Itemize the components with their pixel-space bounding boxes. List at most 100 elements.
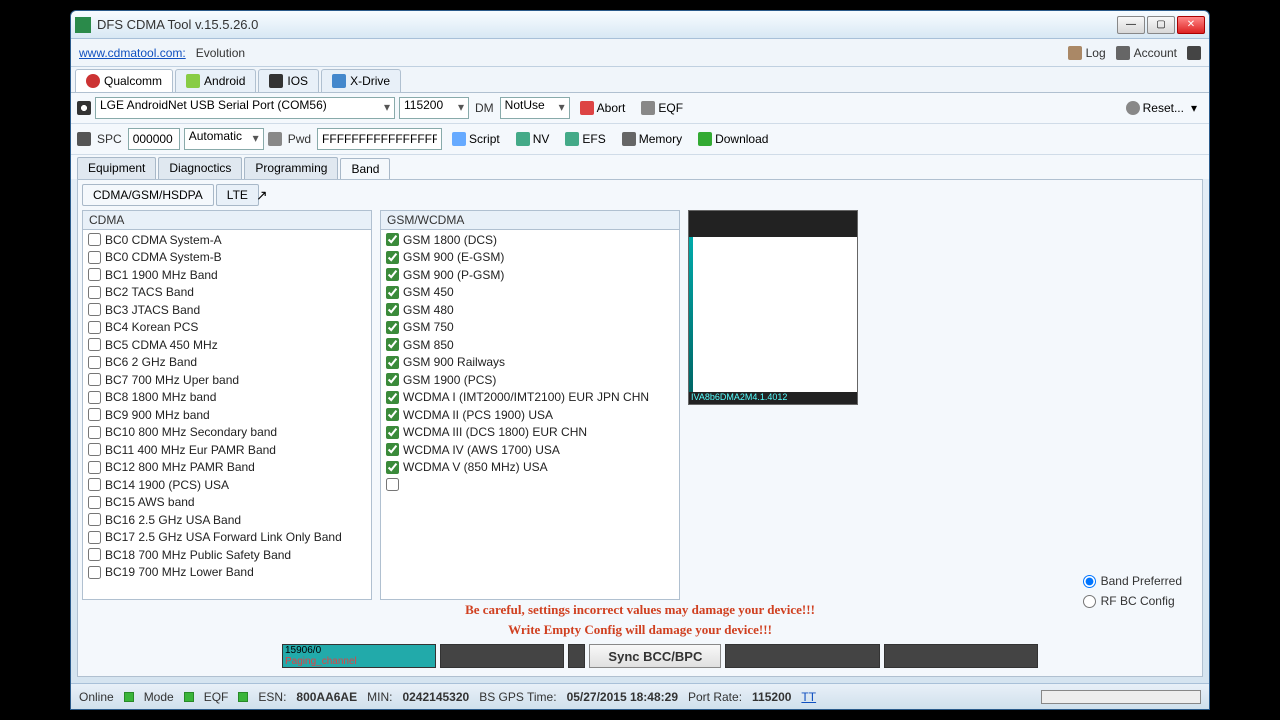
memory-button[interactable]: Memory — [616, 130, 688, 148]
subtab-lte[interactable]: LTE — [216, 184, 259, 206]
band-item[interactable]: BC8 1800 MHz band — [84, 389, 370, 407]
band-item[interactable]: WCDMA I (IMT2000/IMT2100) EUR JPN CHN — [382, 389, 678, 407]
band-item[interactable]: GSM 900 Railways — [382, 354, 678, 372]
tab-ios[interactable]: IOS — [258, 69, 319, 92]
abort-button[interactable]: Abort — [574, 99, 632, 117]
band-item[interactable]: BC15 AWS band — [84, 494, 370, 512]
band-checkbox[interactable] — [88, 286, 101, 299]
band-item[interactable]: BC7 700 MHz Uper band — [84, 371, 370, 389]
script-button[interactable]: Script — [446, 130, 506, 148]
tab-equipment[interactable]: Equipment — [77, 157, 156, 179]
spc-mode-select[interactable]: Automatic — [184, 128, 264, 150]
sync-button[interactable]: Sync BCC/BPC — [589, 644, 721, 668]
band-checkbox[interactable] — [386, 478, 399, 491]
band-checkbox[interactable] — [88, 513, 101, 526]
band-item[interactable]: BC4 Korean PCS — [84, 319, 370, 337]
band-checkbox[interactable] — [386, 443, 399, 456]
band-item[interactable]: WCDMA II (PCS 1900) USA — [382, 406, 678, 424]
band-item[interactable]: BC18 700 MHz Public Safety Band — [84, 546, 370, 564]
subtab-cdma-gsm[interactable]: CDMA/GSM/HSDPA — [82, 184, 214, 206]
band-item[interactable]: BC1 1900 MHz Band — [84, 266, 370, 284]
band-item[interactable]: BC5 CDMA 450 MHz — [84, 336, 370, 354]
band-checkbox[interactable] — [88, 321, 101, 334]
minimize-button[interactable]: — — [1117, 16, 1145, 34]
band-item[interactable]: WCDMA IV (AWS 1700) USA — [382, 441, 678, 459]
account-button[interactable]: Account — [1116, 46, 1177, 60]
band-item[interactable]: BC3 JTACS Band — [84, 301, 370, 319]
band-checkbox[interactable] — [88, 268, 101, 281]
band-checkbox[interactable] — [386, 251, 399, 264]
port-select[interactable]: LGE AndroidNet USB Serial Port (COM56) — [95, 97, 395, 119]
band-checkbox[interactable] — [88, 531, 101, 544]
log-button[interactable]: Log — [1068, 46, 1106, 60]
band-checkbox[interactable] — [88, 391, 101, 404]
band-item[interactable]: BC10 800 MHz Secondary band — [84, 424, 370, 442]
efs-button[interactable]: EFS — [559, 130, 611, 148]
website-link[interactable]: www.cdmatool.com: — [79, 46, 186, 60]
band-item[interactable]: BC14 1900 (PCS) USA — [84, 476, 370, 494]
band-checkbox[interactable] — [88, 566, 101, 579]
band-item[interactable]: GSM 900 (P-GSM) — [382, 266, 678, 284]
band-item[interactable]: BC9 900 MHz band — [84, 406, 370, 424]
radio-band-preferred[interactable]: Band Preferred — [1083, 574, 1182, 588]
band-item[interactable]: GSM 480 — [382, 301, 678, 319]
band-checkbox[interactable] — [386, 303, 399, 316]
titlebar[interactable]: DFS CDMA Tool v.15.5.26.0 — ▢ ✕ — [71, 11, 1209, 39]
band-checkbox[interactable] — [386, 286, 399, 299]
dm-select[interactable]: NotUse — [500, 97, 570, 119]
band-checkbox[interactable] — [386, 321, 399, 334]
radio-rf-bc-config[interactable]: RF BC Config — [1083, 594, 1182, 608]
band-checkbox[interactable] — [88, 303, 101, 316]
band-checkbox[interactable] — [88, 426, 101, 439]
band-checkbox[interactable] — [88, 233, 101, 246]
close-button[interactable]: ✕ — [1177, 16, 1205, 34]
band-item[interactable]: GSM 850 — [382, 336, 678, 354]
band-checkbox[interactable] — [88, 548, 101, 561]
band-checkbox[interactable] — [386, 268, 399, 281]
tt-link[interactable]: TT — [801, 690, 816, 704]
band-item[interactable]: GSM 1900 (PCS) — [382, 371, 678, 389]
band-checkbox[interactable] — [386, 338, 399, 351]
band-item-empty[interactable] — [382, 476, 678, 494]
tab-android[interactable]: Android — [175, 69, 256, 92]
band-checkbox[interactable] — [88, 373, 101, 386]
band-checkbox[interactable] — [88, 338, 101, 351]
download-button[interactable]: Download — [692, 130, 774, 148]
band-item[interactable]: BC2 TACS Band — [84, 284, 370, 302]
nv-button[interactable]: NV — [510, 130, 556, 148]
tab-diagnostics[interactable]: Diagnoctics — [158, 157, 242, 179]
band-checkbox[interactable] — [88, 356, 101, 369]
band-item[interactable]: GSM 750 — [382, 319, 678, 337]
baud-select[interactable]: 115200 — [399, 97, 469, 119]
tab-band[interactable]: Band — [340, 158, 390, 180]
band-checkbox[interactable] — [386, 373, 399, 386]
band-item[interactable]: GSM 450 — [382, 284, 678, 302]
band-checkbox[interactable] — [88, 461, 101, 474]
band-checkbox[interactable] — [386, 356, 399, 369]
band-item[interactable]: BC12 800 MHz PAMR Band — [84, 459, 370, 477]
pwd-input[interactable] — [317, 128, 442, 150]
band-checkbox[interactable] — [88, 478, 101, 491]
band-item[interactable]: BC11 400 MHz Eur PAMR Band — [84, 441, 370, 459]
tab-qualcomm[interactable]: Qualcomm — [75, 69, 173, 92]
band-item[interactable]: BC16 2.5 GHz USA Band — [84, 511, 370, 529]
band-item[interactable]: BC0 CDMA System-B — [84, 249, 370, 267]
band-item[interactable]: BC0 CDMA System-A — [84, 231, 370, 249]
band-checkbox[interactable] — [386, 408, 399, 421]
band-checkbox[interactable] — [88, 251, 101, 264]
band-checkbox[interactable] — [88, 496, 101, 509]
band-checkbox[interactable] — [88, 443, 101, 456]
band-checkbox[interactable] — [88, 408, 101, 421]
spc-input[interactable] — [128, 128, 180, 150]
maximize-button[interactable]: ▢ — [1147, 16, 1175, 34]
chat-button[interactable] — [1187, 46, 1201, 60]
band-checkbox[interactable] — [386, 426, 399, 439]
band-checkbox[interactable] — [386, 391, 399, 404]
band-item[interactable]: GSM 900 (E-GSM) — [382, 249, 678, 267]
reset-button[interactable]: Reset...▾ — [1120, 99, 1203, 117]
band-item[interactable]: BC19 700 MHz Lower Band — [84, 564, 370, 582]
band-item[interactable]: BC17 2.5 GHz USA Forward Link Only Band — [84, 529, 370, 547]
band-checkbox[interactable] — [386, 233, 399, 246]
band-item[interactable]: WCDMA V (850 MHz) USA — [382, 459, 678, 477]
tab-xdrive[interactable]: X-Drive — [321, 69, 401, 92]
